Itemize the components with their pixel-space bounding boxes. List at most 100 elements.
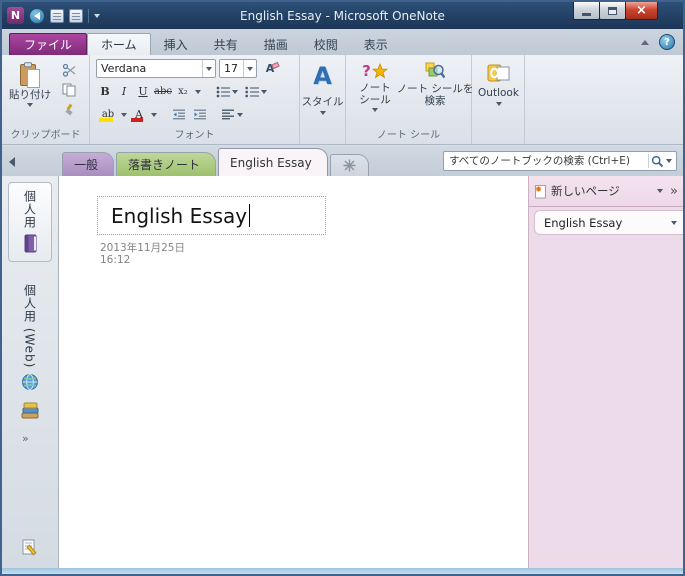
window-controls: × bbox=[573, 2, 658, 20]
page-canvas[interactable]: English Essay 2013年11月25日 16:12 bbox=[59, 176, 528, 568]
search-box[interactable] bbox=[443, 151, 677, 171]
font-size-dropdown-icon[interactable] bbox=[243, 60, 256, 77]
maximize-button[interactable] bbox=[599, 2, 626, 20]
unfiled-notes-button[interactable] bbox=[8, 534, 52, 560]
numbering-button[interactable] bbox=[242, 82, 270, 101]
page-title-box[interactable]: English Essay bbox=[97, 196, 326, 235]
paste-label: 貼り付け bbox=[9, 89, 51, 101]
new-page-bar[interactable]: 新しいページ » bbox=[529, 176, 683, 207]
close-button[interactable]: × bbox=[625, 2, 658, 20]
subscript-button[interactable]: x₂ bbox=[174, 82, 192, 101]
web-notebook-globe-icon bbox=[21, 373, 39, 391]
increase-indent-icon bbox=[193, 109, 206, 120]
align-dropdown-icon[interactable] bbox=[236, 112, 243, 117]
new-page-dropdown-icon[interactable] bbox=[657, 189, 664, 193]
note-tags-group-label: ノート シール bbox=[376, 130, 441, 141]
help-button[interactable]: ? bbox=[659, 34, 675, 50]
expand-pages-panel-icon[interactable]: » bbox=[670, 184, 678, 199]
onenote-logo-icon[interactable]: N bbox=[7, 7, 24, 24]
sidebar-item-notebook-stack[interactable] bbox=[8, 398, 52, 424]
paste-clipboard-icon bbox=[20, 62, 40, 88]
group-styles: A スタイル bbox=[300, 55, 346, 144]
page-item-dropdown-icon[interactable] bbox=[671, 220, 677, 225]
personal-notebook-label: 個人用 bbox=[22, 190, 37, 229]
copy-button[interactable] bbox=[57, 80, 80, 99]
font-name-value: Verdana bbox=[101, 62, 147, 75]
note-tag-dropdown-icon[interactable] bbox=[372, 108, 378, 112]
file-tab[interactable]: ファイル bbox=[9, 33, 88, 55]
outlook-dropdown-icon[interactable] bbox=[495, 102, 502, 106]
section-tab-general[interactable]: 一般 bbox=[62, 152, 115, 176]
paragraph-align-button[interactable] bbox=[218, 105, 246, 124]
sidebar-item-personal[interactable]: 個人用 bbox=[8, 182, 52, 262]
subscript-dropdown-icon[interactable] bbox=[194, 89, 201, 94]
tab-review[interactable]: 校閲 bbox=[301, 33, 351, 55]
full-page-view-icon[interactable] bbox=[69, 8, 83, 23]
italic-button[interactable]: I bbox=[115, 82, 133, 101]
clipboard-group-label: クリップボード bbox=[10, 130, 81, 141]
find-tags-button[interactable]: ノート シールを 検索 bbox=[397, 59, 473, 133]
dock-to-desktop-icon[interactable] bbox=[50, 8, 64, 23]
page-item-title: English Essay bbox=[544, 215, 623, 230]
section-tab-bar: 一般 落書きノート English Essay bbox=[2, 146, 683, 176]
section-tab-english-essay[interactable]: English Essay bbox=[218, 148, 328, 176]
section-tabs: 一般 落書きノート English Essay bbox=[62, 148, 371, 176]
styles-icon: A bbox=[313, 62, 332, 90]
format-painter-button[interactable] bbox=[57, 100, 80, 119]
main-area: 個人用 個人用 (Web) » English Essay 2013年11月25… bbox=[2, 176, 683, 568]
tab-view[interactable]: 表示 bbox=[351, 33, 401, 55]
expand-sidebar-icon[interactable]: » bbox=[22, 432, 29, 445]
font-name-combobox[interactable]: Verdana bbox=[96, 59, 216, 78]
personal-web-notebook-label: 個人用 (Web) bbox=[22, 284, 37, 369]
bullets-button[interactable] bbox=[213, 82, 241, 101]
new-page-icon bbox=[535, 184, 546, 198]
strikethrough-button[interactable]: abc bbox=[153, 82, 173, 101]
numbering-dropdown-icon[interactable] bbox=[260, 89, 267, 94]
customize-qat-icon[interactable] bbox=[94, 13, 100, 18]
sidebar-item-personal-web[interactable]: 個人用 (Web) bbox=[8, 280, 52, 395]
minimize-ribbon-icon[interactable] bbox=[641, 39, 649, 45]
search-icon[interactable] bbox=[651, 155, 664, 168]
bold-button[interactable]: B bbox=[96, 82, 114, 101]
title-bar: N English Essay - Microsoft OneNote × bbox=[2, 2, 683, 29]
section-tab-doodle[interactable]: 落書きノート bbox=[116, 152, 217, 176]
note-tag-icon: ? bbox=[362, 60, 388, 82]
paste-button[interactable]: 貼り付け bbox=[7, 59, 53, 131]
search-scope-dropdown-icon[interactable] bbox=[666, 159, 672, 163]
group-clipboard: 貼り付け クリップボード bbox=[2, 55, 90, 144]
paste-dropdown-icon[interactable] bbox=[27, 103, 33, 107]
collapse-nav-icon[interactable] bbox=[9, 157, 15, 167]
back-button[interactable] bbox=[29, 7, 45, 24]
new-section-button[interactable] bbox=[329, 154, 369, 176]
outlook-button[interactable]: Outlook bbox=[475, 59, 522, 137]
new-section-icon bbox=[343, 159, 356, 172]
page-date: 2013年11月25日 bbox=[100, 242, 185, 254]
font-color-dropdown-icon[interactable] bbox=[151, 112, 157, 117]
cut-button[interactable] bbox=[57, 60, 80, 79]
tab-share[interactable]: 共有 bbox=[201, 33, 251, 55]
notebook-stack-icon bbox=[20, 402, 40, 420]
font-size-combobox[interactable]: 17 bbox=[219, 59, 257, 78]
bullets-dropdown-icon[interactable] bbox=[231, 89, 238, 94]
increase-indent-button[interactable] bbox=[190, 105, 210, 124]
underline-button[interactable]: U bbox=[134, 82, 152, 101]
tab-insert[interactable]: 挿入 bbox=[151, 33, 201, 55]
search-input[interactable] bbox=[444, 155, 648, 167]
minimize-icon bbox=[582, 12, 591, 16]
styles-dropdown-icon[interactable] bbox=[319, 111, 326, 115]
onenote-window: N English Essay - Microsoft OneNote × ファ… bbox=[0, 0, 685, 576]
highlight-button[interactable]: ab bbox=[96, 105, 120, 124]
font-color-button[interactable]: A bbox=[128, 105, 150, 124]
clear-formatting-button[interactable]: A bbox=[260, 59, 280, 78]
styles-button[interactable]: A スタイル bbox=[301, 59, 344, 139]
search-separator bbox=[648, 154, 649, 168]
styles-label: スタイル bbox=[301, 96, 344, 108]
decrease-indent-button[interactable] bbox=[169, 105, 189, 124]
tab-home[interactable]: ホーム bbox=[87, 33, 151, 55]
tab-draw[interactable]: 描画 bbox=[251, 33, 301, 55]
minimize-button[interactable] bbox=[573, 2, 600, 20]
note-tag-button[interactable]: ? ノート シール bbox=[350, 59, 400, 133]
highlight-dropdown-icon[interactable] bbox=[121, 112, 127, 117]
page-list-item-selected[interactable]: English Essay bbox=[534, 210, 683, 235]
font-name-dropdown-icon[interactable] bbox=[202, 60, 215, 77]
